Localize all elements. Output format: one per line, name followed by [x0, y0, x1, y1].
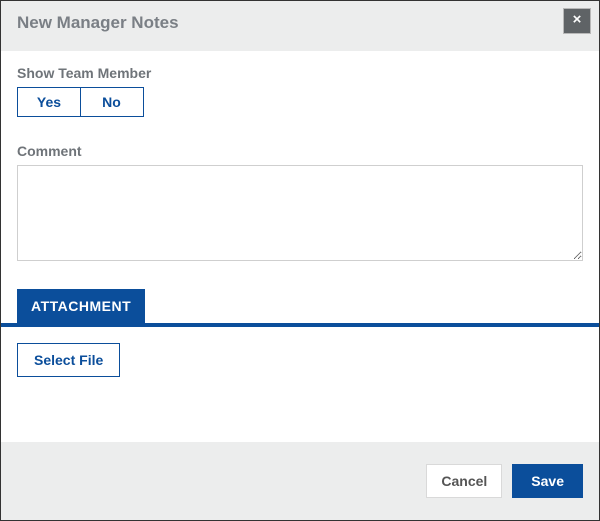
dialog-footer: Cancel Save [1, 442, 599, 520]
new-manager-notes-dialog: New Manager Notes × Show Team Member Yes… [0, 0, 600, 521]
save-button[interactable]: Save [512, 464, 583, 498]
close-icon: × [573, 11, 582, 28]
attachment-tab[interactable]: ATTACHMENT [17, 289, 145, 324]
toggle-yes-button[interactable]: Yes [17, 87, 81, 117]
dialog-body: Show Team Member Yes No Comment [1, 51, 599, 289]
attachment-content: Select File [1, 327, 599, 393]
close-button[interactable]: × [563, 8, 591, 34]
show-team-member-label: Show Team Member [17, 65, 583, 81]
attachment-section: ATTACHMENT Select File [1, 289, 599, 393]
show-team-member-toggle: Yes No [17, 87, 583, 117]
dialog-title: New Manager Notes [17, 13, 583, 33]
comment-label: Comment [17, 143, 583, 159]
cancel-button[interactable]: Cancel [426, 464, 502, 498]
spacer [1, 393, 599, 442]
toggle-no-button[interactable]: No [80, 87, 144, 117]
select-file-button[interactable]: Select File [17, 343, 120, 377]
dialog-header: New Manager Notes × [1, 1, 599, 51]
comment-textarea[interactable] [17, 165, 583, 261]
